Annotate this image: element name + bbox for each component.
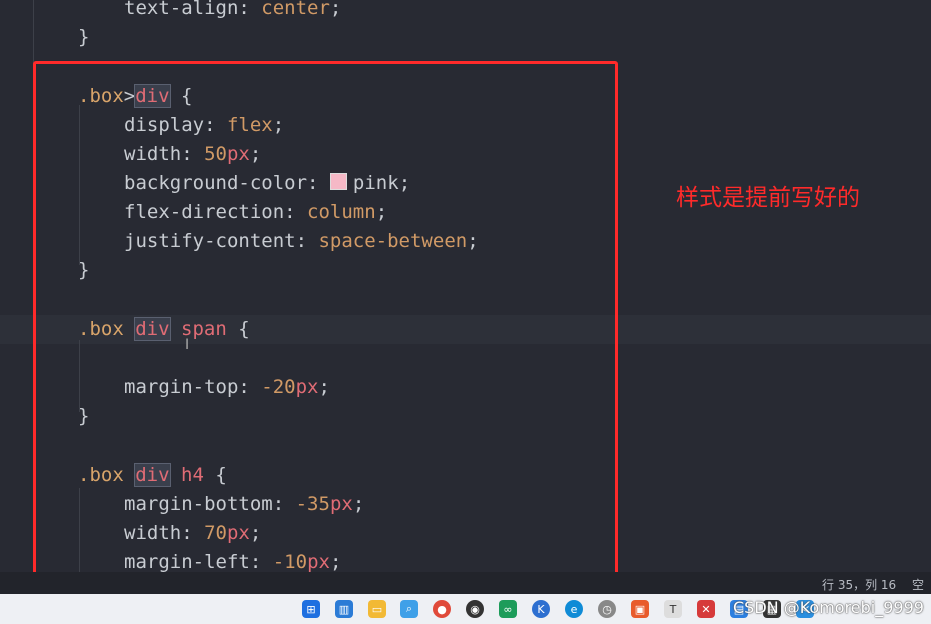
k-app-icon[interactable]: K	[532, 600, 550, 618]
windows-start-icon[interactable]: ⊞	[302, 600, 320, 618]
css-number: -35	[295, 493, 330, 515]
css-number: -10	[272, 551, 308, 572]
code-line: width: 50px;	[124, 143, 262, 165]
css-number: -20	[261, 376, 296, 398]
css-value: column	[307, 201, 376, 223]
code-line: display: flex;	[124, 114, 285, 136]
codeleft-icon[interactable]: ∞	[499, 600, 517, 618]
opening-brace: {	[181, 85, 193, 107]
css-unit: px	[226, 522, 250, 544]
css-selector-tag: div	[134, 84, 171, 108]
css-number: 50	[204, 143, 227, 165]
search-icon[interactable]: ⌕	[400, 600, 418, 618]
css-value: pink	[352, 172, 399, 194]
css-selector-class: .box	[78, 464, 124, 486]
closing-brace: }	[78, 259, 90, 281]
explorer-icon[interactable]: ▥	[335, 600, 353, 618]
indent-guide	[33, 0, 34, 572]
code-line: justify-content: space-between;	[124, 230, 479, 252]
chrome-icon[interactable]: ●	[433, 600, 451, 618]
code-line: }	[78, 402, 89, 431]
css-unit: px	[295, 376, 319, 398]
code-line: .box>div {	[78, 82, 192, 111]
code-line: }	[78, 23, 89, 52]
css-selector-tag: h4	[181, 464, 204, 486]
css-unit: px	[307, 551, 330, 572]
typora-icon[interactable]: T	[664, 600, 682, 618]
clock-app-icon[interactable]: ◷	[598, 600, 616, 618]
css-property: margin-bottom	[124, 493, 273, 515]
css-property: text-align	[124, 0, 239, 19]
watermark: CSDN @Komorebi_9999	[733, 598, 924, 617]
css-property: margin-top	[124, 376, 239, 398]
code-line: margin-bottom: -35px;	[124, 493, 365, 515]
css-value: center	[261, 0, 330, 19]
opening-brace: {	[238, 318, 250, 340]
css-value: flex	[226, 114, 273, 136]
css-selector-tag: div	[134, 463, 171, 487]
folder-icon[interactable]: ▭	[368, 600, 386, 618]
code-line: .box div span {	[78, 315, 250, 344]
code-line: background-color: pink;	[124, 172, 411, 194]
opening-brace: {	[215, 464, 227, 486]
code-line: width: 70px;	[124, 522, 262, 544]
code-line: flex-direction: column;	[124, 201, 388, 223]
css-property: width	[124, 522, 182, 544]
indent-guide	[79, 105, 80, 265]
css-unit: px	[226, 143, 250, 165]
css-property: background-color	[124, 172, 308, 194]
css-unit: px	[329, 493, 353, 515]
text-cursor-icon: I	[185, 337, 190, 353]
css-value: space-between	[318, 230, 468, 252]
css-number: 70	[204, 522, 227, 544]
xmind-icon[interactable]: ✕	[697, 600, 715, 618]
css-selector-class: .box	[78, 85, 124, 107]
closing-brace: }	[78, 26, 90, 48]
css-property: justify-content	[124, 230, 296, 252]
code-line: margin-left: -10px;	[124, 551, 342, 572]
css-property: flex-direction	[124, 201, 285, 223]
css-selector-tag: div	[134, 317, 171, 341]
status-bar: 行 35，列 16 空格	[0, 572, 931, 609]
edge-icon[interactable]: e	[565, 600, 583, 618]
code-line: .box div h4 {	[78, 461, 227, 490]
code-editor[interactable]: text-align: center; } .box>div { display…	[0, 0, 931, 572]
color-swatch-icon[interactable]	[329, 173, 347, 190]
code-line: }	[78, 256, 89, 285]
code-line: text-align: center;	[124, 0, 341, 23]
css-selector-class: .box	[78, 318, 124, 340]
css-property: width	[124, 143, 182, 165]
css-combinator: >	[123, 85, 136, 107]
css-property: margin-left	[124, 551, 250, 572]
code-line: margin-top: -20px;	[124, 376, 330, 398]
cursor-position[interactable]: 行 35，列 16	[822, 576, 896, 593]
annotation-text: 样式是提前写好的	[676, 185, 860, 211]
indent-guide	[79, 488, 80, 572]
obs-icon[interactable]: ◉	[466, 600, 484, 618]
closing-brace: }	[78, 405, 90, 427]
slides-app-icon[interactable]: ▣	[631, 600, 649, 618]
css-property: display	[124, 114, 205, 136]
